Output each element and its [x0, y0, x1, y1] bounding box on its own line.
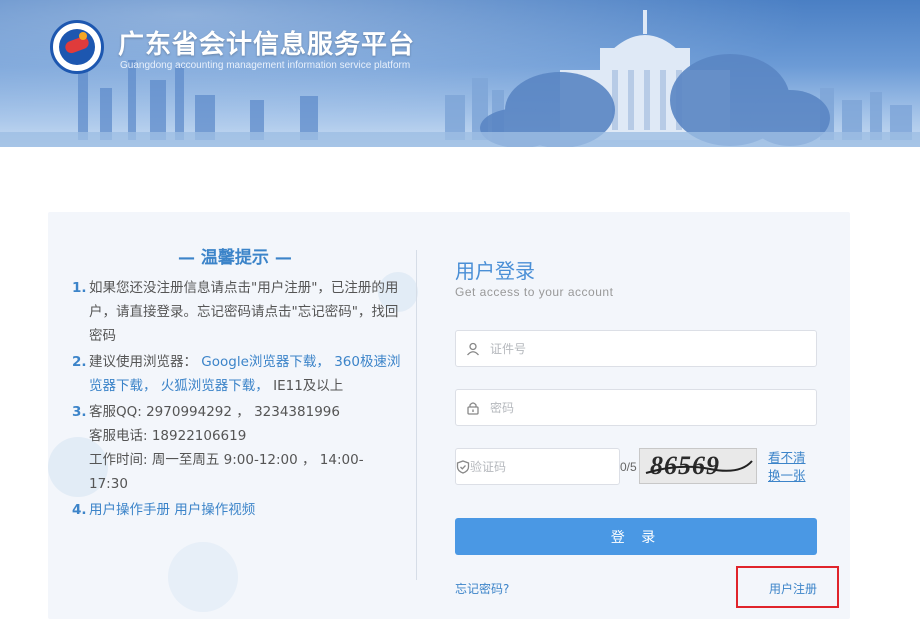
refresh-captcha-link[interactable]: 看不清换一张 — [768, 449, 816, 485]
tip-text: 建议使用浏览器： — [89, 354, 197, 370]
platform-logo — [50, 20, 104, 74]
support-phone: 客服电话: 18922106619 — [89, 428, 247, 444]
login-subtitle: Get access to your account — [455, 285, 614, 299]
tip-item-register: 1. 如果您还没注册信息请点击"用户注册"，已注册的用户，请直接登录。忘记密码请… — [72, 276, 402, 348]
user-manual-link[interactable]: 用户操作手册 — [89, 502, 170, 518]
tip-number: 3. — [72, 404, 87, 420]
tips-list: 1. 如果您还没注册信息请点击"用户注册"，已注册的用户，请直接登录。忘记密码请… — [72, 276, 402, 524]
support-hours: 工作时间: 周一至周五 9:00-12:00 ， 14:00-17:30 — [89, 452, 364, 492]
support-qq: 客服QQ: 2970994292 ， 3234381996 — [89, 404, 340, 420]
tip-item-contact: 3. 客服QQ: 2970994292 ， 3234381996 客服电话: 1… — [72, 400, 402, 496]
shield-icon — [456, 459, 470, 474]
captcha-noise-line — [645, 460, 753, 474]
login-title: 用户登录 — [455, 259, 535, 283]
lock-icon — [456, 401, 490, 415]
password-field[interactable] — [455, 389, 817, 426]
tips-title: — 温馨提示 — — [178, 248, 292, 268]
tip-item-manual: 4. 用户操作手册 用户操作视频 — [72, 498, 402, 522]
header-banner: 广东省会计信息服务平台 Guangdong accounting managem… — [0, 0, 920, 147]
login-button[interactable]: 登 录 — [455, 518, 817, 555]
tip-number: 4. — [72, 502, 87, 518]
tip-number: 2. — [72, 354, 87, 370]
city-skyline-illustration — [0, 10, 920, 147]
captcha-image[interactable]: 86569 — [639, 448, 757, 484]
tip-number: 1. — [72, 280, 87, 296]
id-number-input[interactable] — [490, 331, 816, 366]
tip-text: IE11及以上 — [273, 378, 344, 394]
captcha-field[interactable]: 0/5 — [455, 448, 637, 485]
google-download-link[interactable]: Google浏览器下载， — [201, 354, 330, 370]
site-title: 广东省会计信息服务平台 — [118, 30, 416, 60]
forgot-password-link[interactable]: 忘记密码? — [455, 580, 509, 597]
tip-text: 如果您还没注册信息请点击"用户注册"，已注册的用户，请直接登录。忘记密码请点击"… — [89, 280, 399, 344]
section-divider — [416, 250, 417, 580]
password-input[interactable] — [490, 390, 816, 425]
user-video-link[interactable]: 用户操作视频 — [174, 502, 255, 518]
id-number-field[interactable] — [455, 330, 817, 367]
tip-item-browsers: 2. 建议使用浏览器： Google浏览器下载， 360极速浏览器下载， 火狐浏… — [72, 350, 402, 398]
register-link[interactable]: 用户注册 — [769, 580, 817, 597]
captcha-input[interactable] — [470, 449, 620, 484]
firefox-download-link[interactable]: 火狐浏览器下载， — [161, 378, 269, 394]
user-icon — [456, 342, 490, 356]
site-subtitle: Guangdong accounting management informat… — [120, 60, 411, 71]
